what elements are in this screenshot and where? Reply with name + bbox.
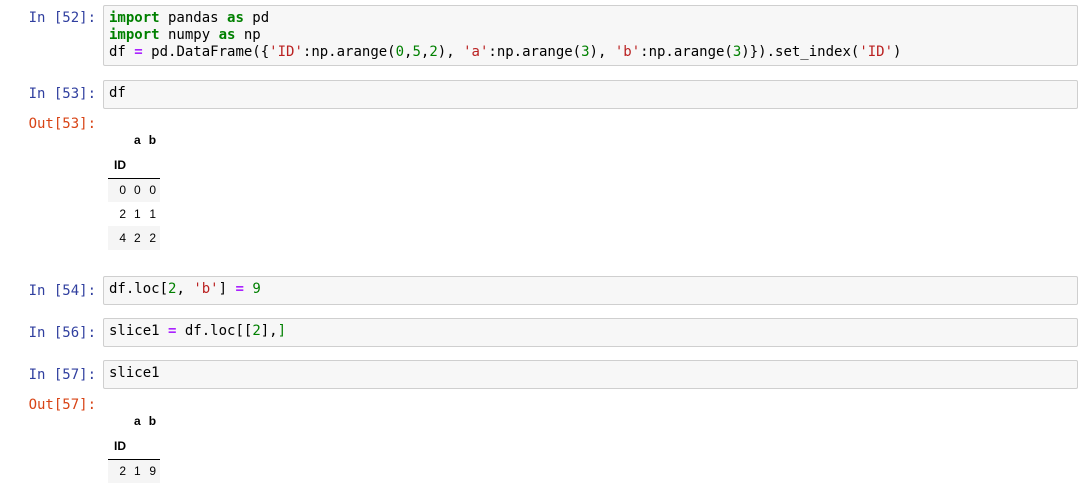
- code-token: pandas: [159, 10, 228, 26]
- code-token: df: [109, 85, 126, 101]
- column-header: b: [148, 133, 157, 147]
- input-prompt-54: In [54]:: [28, 283, 96, 299]
- code-token: slice1: [109, 365, 160, 381]
- row-index: 2: [119, 207, 126, 221]
- code-token: df.loc[: [109, 281, 169, 297]
- input-prompt-52: In [52]:: [28, 10, 96, 26]
- code-token: ],: [260, 323, 278, 339]
- index-name: ID: [108, 433, 130, 460]
- code-token: :np.arange(: [302, 44, 396, 60]
- table-row: 000: [108, 178, 161, 202]
- output-prompt-57: Out[57]:: [28, 397, 96, 413]
- table-cell: 1: [134, 207, 141, 221]
- output-prompt-53: Out[53]:: [28, 116, 96, 132]
- code-token: pd.DataFrame({: [142, 44, 270, 60]
- code-token: :np.arange(: [488, 44, 582, 60]
- code-token: 'b': [614, 44, 641, 60]
- code-token: as: [218, 27, 236, 43]
- code-token: np: [235, 27, 261, 43]
- code-token: slice1: [109, 323, 169, 339]
- input-prompt-56: In [56]:: [28, 325, 96, 341]
- code-line: df.loc[2, 'b'] = 9: [109, 281, 1072, 298]
- index-row-spacer: [130, 433, 145, 460]
- column-header: a: [134, 133, 141, 147]
- index-row-spacer: [144, 152, 161, 179]
- table-row: 211: [108, 202, 161, 226]
- row-index: 0: [119, 183, 126, 198]
- code-token: ]: [277, 323, 287, 339]
- code-cell-53[interactable]: df: [103, 80, 1078, 109]
- code-token: 2: [429, 44, 438, 60]
- code-line: df = pd.DataFrame({'ID':np.arange(0,5,2)…: [109, 44, 1072, 61]
- code-cell-57[interactable]: slice1: [103, 360, 1078, 389]
- code-token: ,: [176, 281, 194, 297]
- table-cell: 1: [149, 207, 157, 221]
- table-cell: 0: [134, 183, 141, 198]
- dataframe-output-53: a b ID 0 0 0 2 1 1 4 2 2: [108, 128, 161, 250]
- code-token: 5: [412, 44, 421, 60]
- code-token: import: [109, 27, 160, 43]
- index-row-spacer: [144, 433, 161, 460]
- code-token: =: [235, 281, 244, 297]
- table-cell: 9: [149, 464, 157, 479]
- row-index: 2: [119, 464, 126, 479]
- code-token: ]: [218, 281, 236, 297]
- code-cell-56[interactable]: slice1 = df.loc[[2],]: [103, 318, 1078, 347]
- code-token: ),: [437, 44, 464, 60]
- table-cell: 2: [134, 231, 141, 245]
- code-line: slice1: [109, 365, 1072, 382]
- index-name: ID: [108, 152, 130, 179]
- code-token: :np.arange(: [640, 44, 733, 60]
- code-token: 0: [395, 44, 405, 60]
- code-token: df.loc[[: [176, 323, 253, 339]
- corner-cell: [108, 409, 130, 433]
- row-index: 4: [119, 231, 126, 245]
- code-line: slice1 = df.loc[[2],]: [109, 323, 1072, 340]
- code-token: df: [109, 44, 135, 60]
- code-cell-54[interactable]: df.loc[2, 'b'] = 9: [103, 276, 1078, 305]
- code-token: numpy: [159, 27, 219, 43]
- code-line: df: [109, 85, 1072, 102]
- code-token: as: [227, 10, 244, 26]
- table-cell: 2: [149, 231, 157, 245]
- column-header: a: [134, 414, 141, 428]
- code-line: import pandas as pd: [109, 10, 1072, 27]
- code-token: pd: [243, 10, 270, 26]
- code-token: import: [109, 10, 160, 26]
- code-token: 'ID': [269, 44, 303, 60]
- notebook: In [52]: import pandas as pd import numpy…: [0, 0, 1091, 496]
- table-row: 422: [108, 226, 161, 250]
- code-token: =: [134, 44, 143, 60]
- code-token: 'b': [193, 281, 219, 297]
- code-line: import numpy as np: [109, 27, 1072, 44]
- code-token: )}).set_index(: [741, 44, 860, 60]
- input-prompt-57: In [57]:: [28, 367, 96, 383]
- table-cell: 1: [134, 464, 141, 479]
- code-token: 'ID': [859, 44, 894, 60]
- code-token: ),: [589, 44, 615, 60]
- code-token: 2: [252, 323, 261, 339]
- table-row: 219: [108, 459, 161, 483]
- code-cell-52[interactable]: import pandas as pd import numpy as np df …: [103, 5, 1078, 66]
- index-row-spacer: [130, 152, 145, 179]
- code-token: ): [893, 44, 902, 60]
- corner-cell: [108, 128, 130, 152]
- code-token: 'a': [463, 44, 489, 60]
- code-token: 9: [252, 281, 261, 297]
- table-cell: 0: [149, 183, 157, 198]
- column-header: b: [148, 414, 157, 428]
- code-token: 3: [581, 44, 590, 60]
- input-prompt-53: In [53]:: [28, 86, 96, 102]
- dataframe-output-57: a b ID 2 1 9: [108, 409, 161, 483]
